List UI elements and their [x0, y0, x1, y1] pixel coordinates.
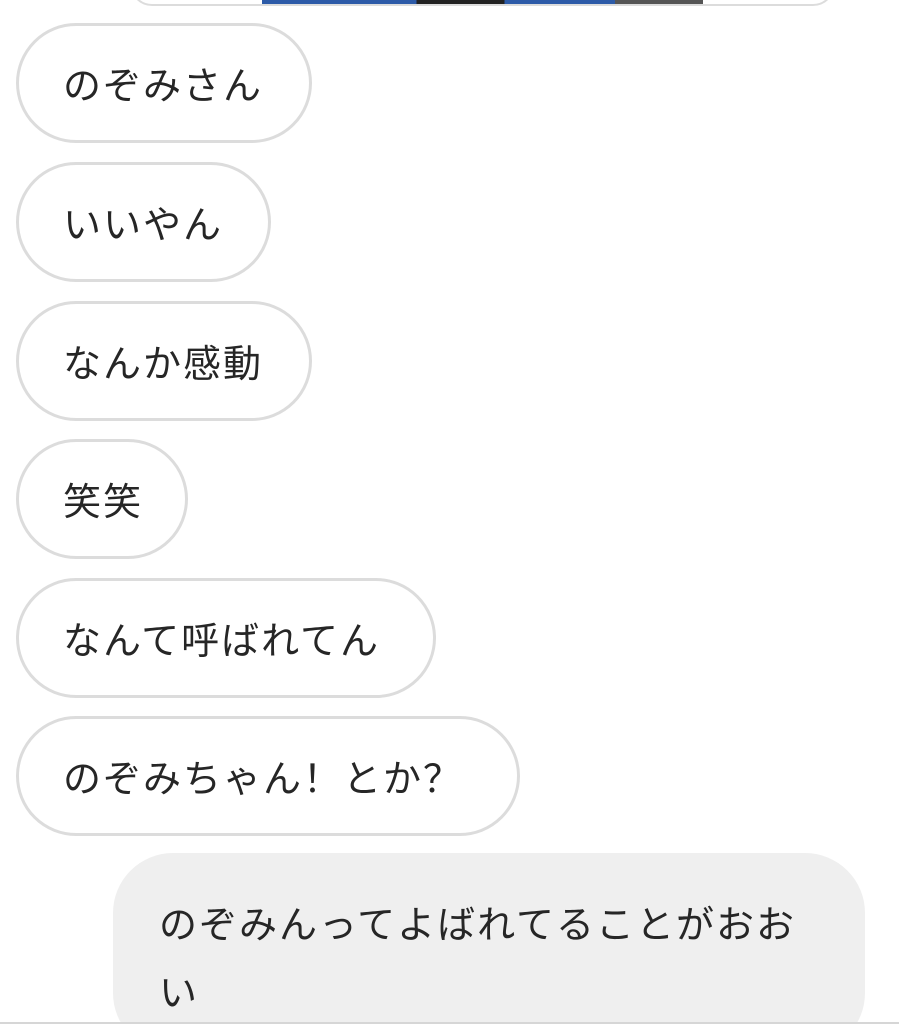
chat-screen: のぞみさん いいやん なんか感動 笑笑 なんて呼ばれてん のぞみちゃん！とか？ …	[0, 0, 899, 1024]
received-message-bubble[interactable]: 笑笑	[16, 439, 188, 559]
received-message-bubble[interactable]: いいやん	[16, 162, 271, 282]
media-thumbnail	[262, 0, 703, 4]
sent-message-bubble[interactable]: のぞみんってよばれてることがおおい	[113, 853, 865, 1024]
received-message-bubble[interactable]: なんか感動	[16, 301, 312, 421]
received-message-bubble[interactable]: のぞみさん	[16, 23, 312, 143]
received-message-bubble[interactable]: のぞみちゃん！とか？	[16, 716, 520, 836]
shared-media-preview[interactable]	[130, 0, 835, 6]
received-message-bubble[interactable]: なんて呼ばれてん	[16, 578, 436, 698]
